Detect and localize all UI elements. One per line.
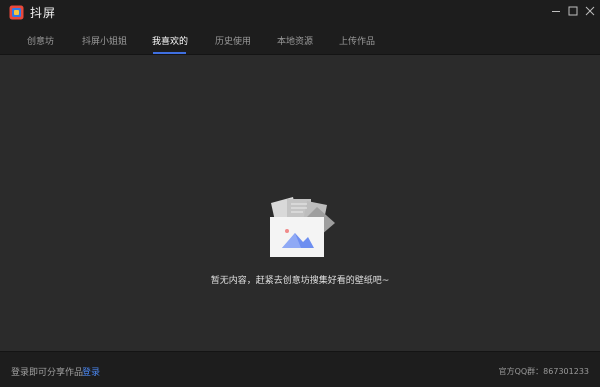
footer-bar: 登录即可分享作品 登录 官方QQ群：867301233 [0, 351, 600, 387]
minimize-icon[interactable] [550, 5, 562, 17]
tab-local-resources[interactable]: 本地资源 [277, 34, 313, 47]
nav-bar: 创意坊 抖屏小姐姐 我喜欢的 历史使用 本地资源 上传作品 [0, 24, 600, 55]
empty-state-message: 暂无内容，赶紧去创意坊搜集好看的壁纸吧~ [210, 276, 390, 286]
empty-folder-icon [270, 197, 335, 257]
title-bar: 抖屏 [0, 0, 600, 24]
maximize-icon[interactable] [567, 5, 579, 17]
tab-upload-works[interactable]: 上传作品 [339, 34, 375, 47]
close-icon[interactable] [584, 5, 596, 17]
tab-creative-workshop[interactable]: 创意坊 [27, 34, 54, 47]
login-hint-text: 登录即可分享作品 [11, 368, 84, 378]
app-title: 抖屏 [30, 6, 57, 20]
active-tab-indicator [153, 52, 186, 54]
content-area: 暂无内容，赶紧去创意坊搜集好看的壁纸吧~ [0, 55, 600, 351]
qq-group-text: 官方QQ群：867301233 [498, 367, 589, 376]
tab-douping-girls[interactable]: 抖屏小姐姐 [82, 34, 127, 47]
tab-my-favorites[interactable]: 我喜欢的 [152, 34, 188, 47]
tab-history[interactable]: 历史使用 [215, 34, 251, 47]
login-link[interactable]: 登录 [82, 365, 100, 378]
app-logo-icon [9, 5, 24, 20]
